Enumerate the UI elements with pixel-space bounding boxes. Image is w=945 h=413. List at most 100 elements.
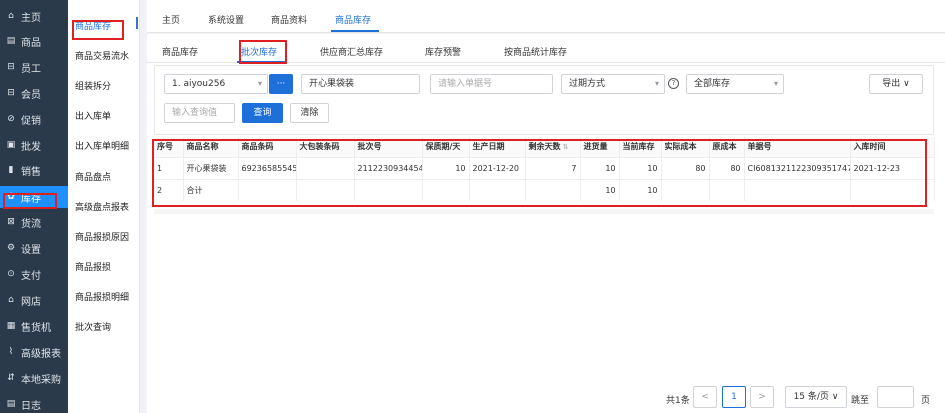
shop-icon: ⌂ xyxy=(8,295,14,305)
col-header[interactable]: 实际成本 xyxy=(661,137,710,157)
table-horizontal-scrollbar[interactable] xyxy=(154,209,934,214)
page-1-button[interactable]: 1 xyxy=(722,386,746,408)
subtab-batch-stock[interactable]: 批次库存 xyxy=(241,45,277,58)
submenu-item-io-orders[interactable]: 出入库单 xyxy=(75,109,111,122)
chevron-down-icon: ▾ xyxy=(257,79,262,88)
submenu-item-transactions[interactable]: 商品交易流水 xyxy=(75,49,129,62)
subtab-stock-alert[interactable]: 库存预警 xyxy=(425,45,461,58)
table-cell xyxy=(238,178,297,201)
doc-no-input[interactable]: 请输入单据号 xyxy=(430,74,553,94)
sidebar-item-shop[interactable]: ⌂ 网店 xyxy=(0,289,68,311)
table-cell xyxy=(850,178,935,201)
table-cell: 1 xyxy=(154,156,184,179)
sidebar-item-report[interactable]: ⌇ 高级报表 xyxy=(0,341,68,363)
query-button[interactable]: 查询 xyxy=(242,103,283,123)
col-header[interactable]: 入库时间 xyxy=(850,137,935,157)
promo-icon: ⊘ xyxy=(7,114,15,124)
page-size-select[interactable]: 15 条/页 ∨ xyxy=(785,386,847,408)
table-cell xyxy=(296,178,355,201)
inventory-icon: ✿ xyxy=(7,192,15,202)
col-header[interactable]: 商品条码 xyxy=(238,137,297,157)
col-header[interactable]: 原成本 xyxy=(709,137,745,157)
expiry-select[interactable]: 过期方式 ▾ xyxy=(561,74,665,94)
log-icon: ▤ xyxy=(6,399,16,409)
query-value-input[interactable]: 输入查询值 xyxy=(164,103,235,123)
prev-page-button[interactable]: < xyxy=(693,386,717,408)
goto-page-input[interactable] xyxy=(877,386,914,408)
submenu-item-loss[interactable]: 商品报损 xyxy=(75,260,111,273)
stock-select[interactable]: 全部库存 ▾ xyxy=(686,74,784,94)
sidebar-item-staff[interactable]: ⊟ 员工 xyxy=(0,56,68,78)
sidebar-item-log[interactable]: ▤ 日志 xyxy=(0,393,68,413)
tab-home[interactable]: 主页 xyxy=(162,13,180,26)
purchase-icon: ⇵ xyxy=(7,373,15,383)
help-icon[interactable]: ? xyxy=(668,78,679,89)
clear-button[interactable]: 清除 xyxy=(290,103,329,123)
col-header[interactable]: 商品名称 xyxy=(183,137,239,157)
sidebar-item-vending[interactable]: ▦ 售货机 xyxy=(0,315,68,337)
chevron-down-icon: ∨ xyxy=(831,392,839,402)
table-cell xyxy=(469,178,526,201)
settings-icon: ⚙ xyxy=(6,243,16,253)
content-panel: 商品库存 批次库存 供应商汇总库存 库存预警 按商品统计库存 1. aiyou2… xyxy=(147,34,945,413)
submenu-item-io-details[interactable]: 出入库单明细 xyxy=(75,139,129,152)
next-page-button[interactable]: > xyxy=(750,386,774,408)
product-name-input[interactable]: 开心果袋装 xyxy=(301,74,420,94)
store-more-button[interactable]: ··· xyxy=(269,74,293,94)
table-cell: 69236585545 xyxy=(238,156,297,179)
sidebar-item-promo[interactable]: ⊘ 促销 xyxy=(0,108,68,130)
subtab-active-underline xyxy=(237,61,285,63)
filter-panel: 1. aiyou256 ▾ ··· 开心果袋装 请输入单据号 过期方式 ▾ ? 全部… xyxy=(154,65,934,135)
tab-product-info[interactable]: 商品资料 xyxy=(271,13,307,26)
col-header[interactable]: 大包装条码 xyxy=(296,137,355,157)
vending-icon: ▦ xyxy=(6,321,16,331)
member-icon: ⊟ xyxy=(7,88,15,98)
submenu-item-batch-query[interactable]: 批次查询 xyxy=(75,320,111,333)
col-header[interactable]: 当前库存 xyxy=(619,137,662,157)
sidebar-item-inventory[interactable]: ✿ 库存 xyxy=(0,186,68,208)
export-button[interactable]: 导出 ∨ xyxy=(869,74,923,94)
col-header[interactable]: 保质期/天 xyxy=(422,137,470,157)
tab-system-settings[interactable]: 系统设置 xyxy=(208,13,244,26)
sidebar-item-member[interactable]: ⊟ 会员 xyxy=(0,82,68,104)
submenu-item-stocktake[interactable]: 商品盘点 xyxy=(75,170,111,183)
sidebar-item-wholesale[interactable]: ▣ 批发 xyxy=(0,134,68,156)
table-cell xyxy=(422,178,470,201)
sidebar-item-settings[interactable]: ⚙ 设置 xyxy=(0,237,68,259)
col-header[interactable]: 序号 xyxy=(154,137,184,157)
sidebar-item-flow[interactable]: ⊠ 货流 xyxy=(0,211,68,233)
main-sidebar: ⌂ 主页 ▤ 商品 ⊟ 员工 ⊟ 会员 ⊘ 促销 ▣ 批发 ▮ 销售 ✿ 库存 ⊠ 货流 ⚙ 设置 … xyxy=(0,0,68,413)
col-header-sortable[interactable]: 剩余天数 ⇅ xyxy=(525,137,581,157)
table-cell: 80 xyxy=(709,156,745,179)
sort-icon[interactable]: ⇅ xyxy=(563,143,569,151)
col-header[interactable]: 单据号 xyxy=(744,137,851,157)
table-cell: 10 xyxy=(580,178,620,201)
sidebar-item-goods[interactable]: ▤ 商品 xyxy=(0,30,68,52)
subtab-stats-by-product[interactable]: 按商品统计库存 xyxy=(504,45,567,58)
subtab-product-stock[interactable]: 商品库存 xyxy=(162,45,198,58)
col-header[interactable]: 进货量 xyxy=(580,137,620,157)
sidebar-item-pay[interactable]: ⊙ 支付 xyxy=(0,263,68,285)
col-header[interactable]: 生产日期 xyxy=(469,137,526,157)
sidebar-item-purchase[interactable]: ⇵ 本地采购 xyxy=(0,367,68,389)
flow-icon: ⊠ xyxy=(7,217,15,227)
table-cell: 7 xyxy=(525,156,581,179)
sidebar-item-home[interactable]: ⌂ 主页 xyxy=(0,5,68,27)
sidebar-item-sales[interactable]: ▮ 销售 xyxy=(0,159,68,181)
table-cell xyxy=(525,178,581,201)
submenu-item-loss-reasons[interactable]: 商品报损原因 xyxy=(75,230,129,243)
store-select[interactable]: 1. aiyou256 ▾ xyxy=(164,74,268,94)
table-row[interactable]: 1 开心果袋装 69236585545 2112230934454 10 202… xyxy=(154,156,935,179)
submenu-item-assembly[interactable]: 组装拆分 xyxy=(75,79,111,92)
table-cell xyxy=(296,156,355,179)
submenu-item-advanced-stocktake[interactable]: 高级盘点报表 xyxy=(75,200,129,213)
pagination-total: 共1条 xyxy=(666,396,690,406)
tab-product-stock[interactable]: 商品库存 xyxy=(335,13,371,26)
submenu-item-product-stock[interactable]: 商品库存 xyxy=(75,19,111,32)
subtab-supplier-summary[interactable]: 供应商汇总库存 xyxy=(320,45,383,58)
table-row-total[interactable]: 2 合计 10 10 xyxy=(154,178,935,201)
submenu-item-loss-details[interactable]: 商品报损明细 xyxy=(75,290,129,303)
col-header[interactable]: 批次号 xyxy=(354,137,423,157)
table-cell: 合计 xyxy=(183,178,239,201)
table-cell: 10 xyxy=(580,156,620,179)
